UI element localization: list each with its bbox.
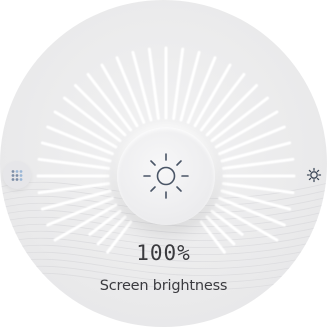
brightness-ray [220, 141, 292, 163]
sun-icon [143, 153, 189, 199]
watch-face: 100% Screen brightness [0, 0, 327, 327]
brightness-knob[interactable] [117, 127, 215, 225]
brightness-settings-button[interactable] [300, 161, 327, 189]
brightness-ray [131, 50, 153, 122]
brightness-ray [222, 157, 295, 170]
brightness-ray [222, 182, 295, 195]
brightness-ray [179, 50, 201, 122]
apps-button[interactable] [3, 161, 31, 189]
brightness-ray [37, 157, 110, 170]
brightness-ray [210, 209, 244, 236]
dots-grid-icon [11, 170, 23, 181]
brightness-ray [172, 47, 185, 120]
brightness-screen: 100% Screen brightness [0, 0, 327, 327]
brightness-percent: 100% [136, 241, 191, 265]
brightness-ray [147, 47, 160, 120]
sun-small-icon [306, 167, 322, 183]
brightness-ray [40, 141, 112, 163]
brightness-label: Screen brightness [99, 278, 228, 294]
